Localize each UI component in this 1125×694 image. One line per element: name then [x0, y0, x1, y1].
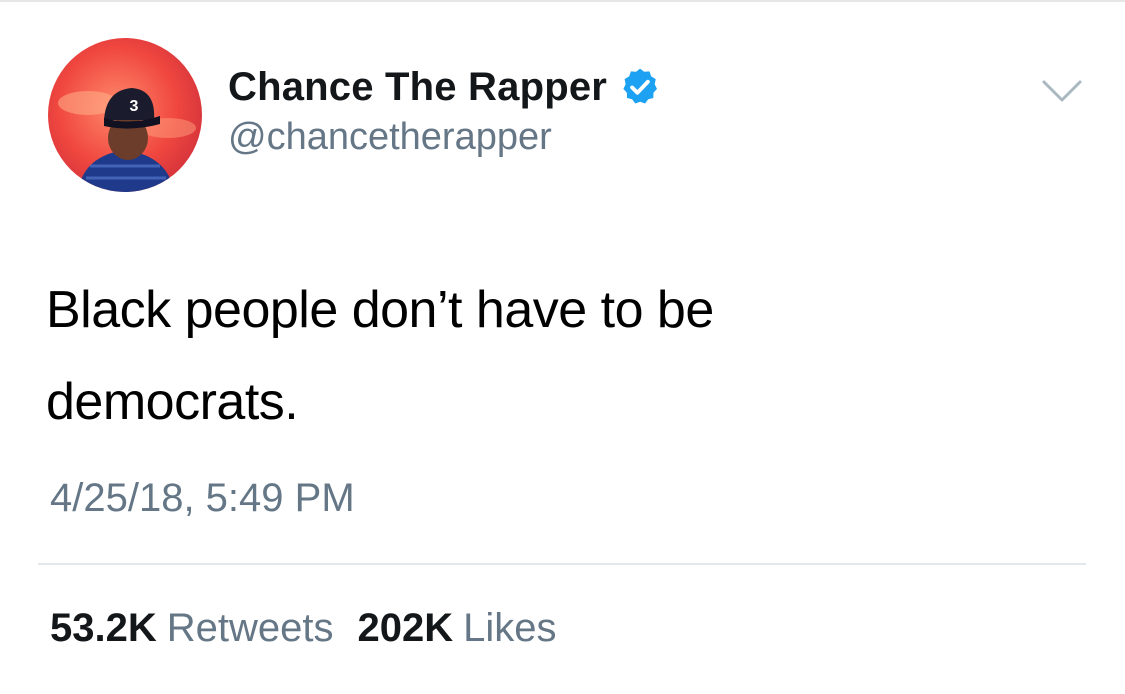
chevron-down-icon[interactable] — [1040, 76, 1084, 106]
retweets-count: 53.2K — [50, 606, 157, 650]
avatar-cap-number: 3 — [130, 98, 139, 115]
tweet-text-line: Black people don’t have to be — [46, 281, 714, 339]
top-divider — [0, 0, 1125, 2]
tweet-timestamp: 4/25/18, 5:49 PM — [50, 476, 355, 520]
avatar-image: 3 — [48, 38, 202, 192]
author-name-row: Chance The Rapper — [228, 62, 661, 112]
tweet-text-line: democrats. — [46, 373, 299, 431]
tweet-stats: 53.2K Retweets 202K Likes — [50, 606, 557, 651]
likes-count: 202K — [357, 606, 454, 650]
retweets-label: Retweets — [166, 606, 334, 650]
verified-badge-icon — [619, 66, 661, 108]
author-display-name[interactable]: Chance The Rapper — [228, 65, 607, 110]
author-handle[interactable]: @chancetherapper — [228, 116, 552, 159]
likes-label: Likes — [463, 606, 557, 650]
tweet-text: Black people don’t have to be democrats. — [46, 264, 1046, 448]
likes-stat[interactable]: 202K Likes — [358, 606, 557, 651]
retweets-stat[interactable]: 53.2K Retweets — [50, 606, 334, 651]
stats-divider — [38, 563, 1086, 565]
avatar[interactable]: 3 — [48, 38, 202, 192]
